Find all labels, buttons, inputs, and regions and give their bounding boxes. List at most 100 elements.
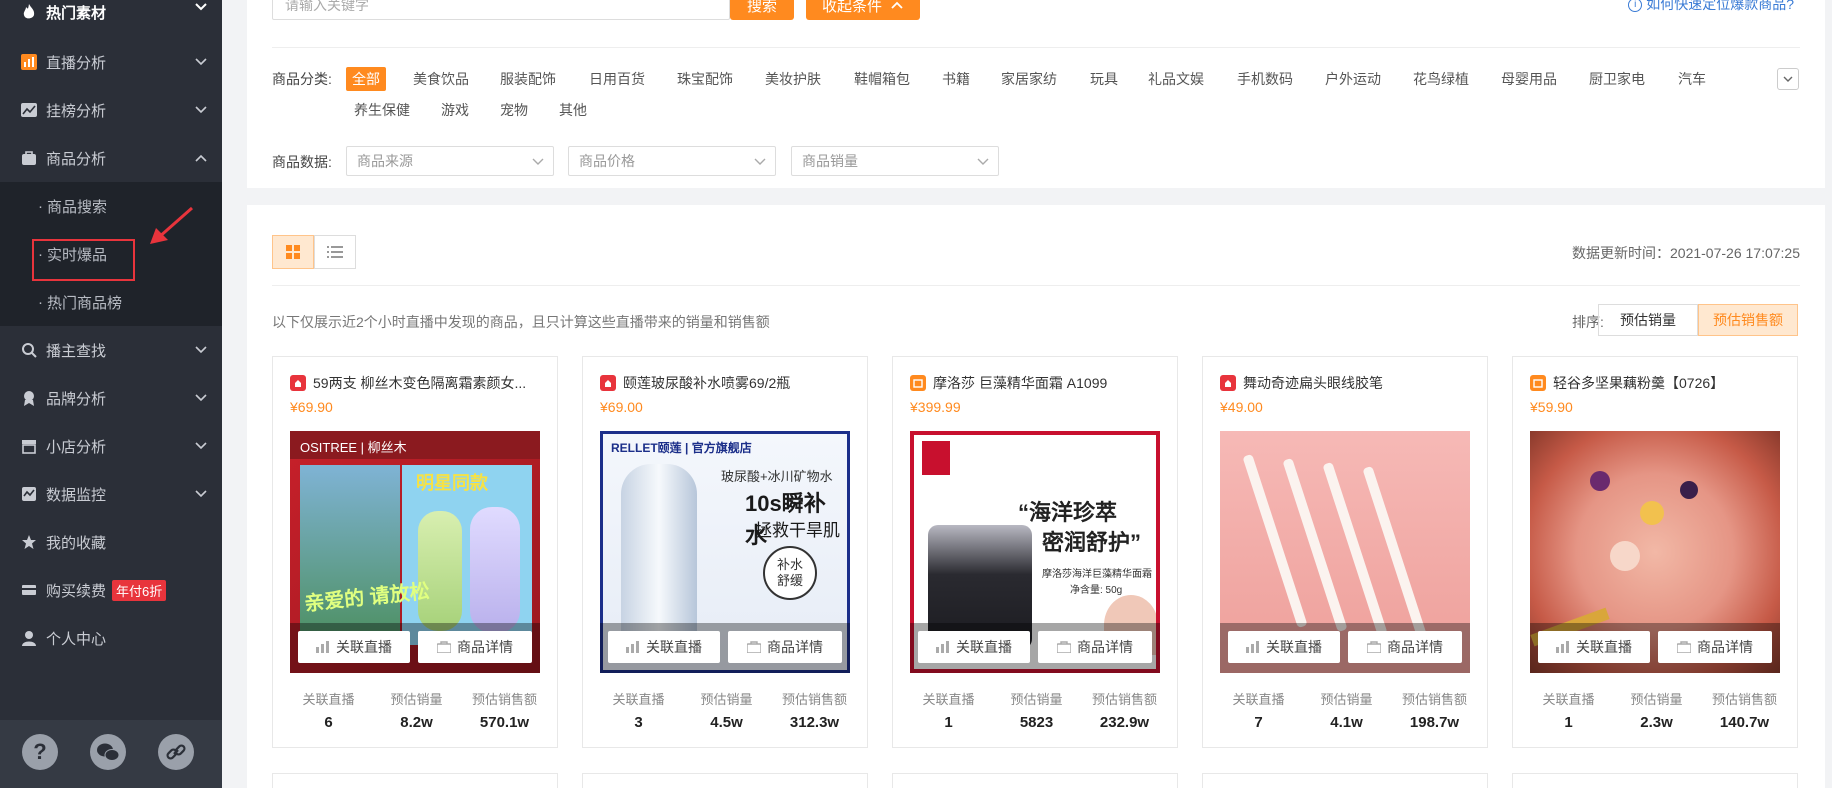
product-detail-button[interactable]: 商品详情 (1658, 631, 1772, 663)
bar-chart-icon (936, 641, 949, 653)
store-icon (1530, 375, 1546, 391)
stat-revenue-value: 312.3w (789, 714, 840, 731)
sort-by-sales-button[interactable]: 预估销量 (1598, 304, 1698, 336)
category-item[interactable]: 家居家纺 (1001, 69, 1057, 89)
category-item[interactable]: 厨卫家电 (1589, 69, 1645, 89)
related-live-button[interactable]: 关联直播 (298, 631, 410, 663)
sidebar-item-shop-analysis[interactable]: 小店分析 (0, 422, 222, 470)
help-icon[interactable]: ? (22, 734, 58, 770)
grid-view-button[interactable] (272, 235, 314, 269)
link-icon[interactable] (158, 734, 194, 770)
sub-item-product-search[interactable]: · 商品搜索 (38, 182, 107, 230)
product-card[interactable] (272, 773, 558, 788)
help-link[interactable]: i 如何快速定位爆款商品? (1628, 0, 1794, 14)
sidebar-item-product-analysis[interactable]: 商品分析 (0, 134, 222, 182)
sidebar-item-data-monitor[interactable]: 数据监控 (0, 470, 222, 518)
sidebar-item-purchase[interactable]: 购买续费 年付6折 (0, 566, 222, 614)
search-icon (20, 341, 38, 359)
sales-select[interactable]: 商品销量 (791, 146, 999, 176)
category-item[interactable]: 汽车 (1678, 69, 1706, 89)
search-button[interactable]: 搜索 (730, 0, 794, 20)
sidebar-item-label: 热门素材 (46, 4, 107, 22)
collapse-conditions-button[interactable]: 收起条件 (806, 0, 920, 20)
sidebar-item-label: 直播分析 (46, 54, 107, 72)
product-card[interactable]: 颐莲玻尿酸补水喷雾69/2瓶 ¥69.00 RELLET颐莲 | 官方旗舰店 玻… (582, 356, 868, 748)
product-card[interactable] (1202, 773, 1488, 788)
sidebar-item-favorites[interactable]: 我的收藏 (0, 518, 222, 566)
results-note: 以下仅展示近2个小时直播中发现的商品，且只计算这些直播带来的销量和销售额 (272, 314, 770, 330)
button-label: 商品详情 (767, 639, 823, 655)
sidebar-item-brand-analysis[interactable]: 品牌分析 (0, 374, 222, 422)
bag-icon (1057, 641, 1071, 653)
source-select[interactable]: 商品来源 (346, 146, 554, 176)
category-item[interactable]: 鞋帽箱包 (854, 69, 910, 89)
product-card[interactable]: 59两支 柳丝木变色隔离霜素颜女... ¥69.90 OSITREE | 柳丝木… (272, 356, 558, 748)
sidebar-item-profile[interactable]: 个人中心 (0, 614, 222, 662)
search-input[interactable]: 请输入关键字 (272, 0, 730, 20)
product-title[interactable]: 轻谷多坚果藕粉羹【0726】 (1530, 373, 1785, 393)
category-item[interactable]: 礼品文娱 (1148, 69, 1204, 89)
product-title-text: 59两支 柳丝木变色隔离霜素颜女... (313, 375, 527, 391)
category-item[interactable]: 花鸟绿植 (1413, 69, 1469, 89)
product-title[interactable]: 摩洛莎 巨藻精华面霜 A1099 (910, 373, 1165, 393)
product-detail-button[interactable]: 商品详情 (1348, 631, 1462, 663)
product-title[interactable]: 59两支 柳丝木变色隔离霜素颜女... (290, 373, 545, 393)
sort-by-revenue-button[interactable]: 预估销售额 (1698, 304, 1798, 336)
image-fruit (1590, 471, 1610, 491)
product-title[interactable]: 颐莲玻尿酸补水喷雾69/2瓶 (600, 373, 855, 393)
product-card[interactable]: 轻谷多坚果藕粉羹【0726】 ¥59.90 关联直播 商品详情 关联直播 1 预估… (1512, 356, 1798, 748)
related-live-button[interactable]: 关联直播 (608, 631, 720, 663)
product-title-text: 颐莲玻尿酸补水喷雾69/2瓶 (623, 375, 791, 391)
category-item[interactable]: 书籍 (942, 69, 970, 89)
product-detail-button[interactable]: 商品详情 (418, 631, 532, 663)
image-caption: 摩洛莎海洋巨藻精华面霜 (1042, 569, 1152, 580)
category-item[interactable]: 母婴用品 (1501, 69, 1557, 89)
price-select[interactable]: 商品价格 (568, 146, 776, 176)
button-label: 关联直播 (1266, 639, 1322, 655)
button-label: 商品详情 (1387, 639, 1443, 655)
expand-categories-button[interactable] (1777, 68, 1799, 90)
sidebar-item-hot-material[interactable]: 热门素材 (0, 0, 222, 36)
sub-item-label: 热门商品榜 (47, 294, 123, 312)
sub-item-hot-product-rank[interactable]: · 热门商品榜 (38, 278, 122, 326)
card-actions-overlay: 关联直播 商品详情 (290, 623, 540, 673)
product-card[interactable] (582, 773, 868, 788)
image-fruit (1640, 501, 1664, 525)
sidebar-item-label: 商品分析 (46, 150, 107, 168)
product-card[interactable] (1512, 773, 1798, 788)
product-card[interactable] (892, 773, 1178, 788)
image-brand-text: OSITREE | 柳丝木 (290, 431, 540, 459)
sidebar-item-live-analysis[interactable]: 直播分析 (0, 38, 222, 86)
category-item[interactable]: 服装配饰 (500, 69, 556, 89)
category-item[interactable]: 养生保健 (354, 100, 410, 120)
product-card[interactable]: 舞动奇迹扁头眼线胶笔 ¥49.00 关联直播 商品详情 关联直播 7 预估销量 4.… (1202, 356, 1488, 748)
user-icon (20, 629, 38, 647)
sidebar-item-rank-analysis[interactable]: 挂榜分析 (0, 86, 222, 134)
category-item[interactable]: 宠物 (500, 100, 528, 120)
product-detail-button[interactable]: 商品详情 (728, 631, 842, 663)
sidebar-item-streamer-search[interactable]: 播主查找 (0, 326, 222, 374)
product-title[interactable]: 舞动奇迹扁头眼线胶笔 (1220, 373, 1475, 393)
stat-revenue-value: 198.7w (1409, 714, 1460, 731)
category-item[interactable]: 户外运动 (1325, 69, 1381, 89)
category-item[interactable]: 美妆护肤 (765, 69, 821, 89)
related-live-button[interactable]: 关联直播 (918, 631, 1030, 663)
product-detail-button[interactable]: 商品详情 (1038, 631, 1152, 663)
product-card[interactable]: 摩洛莎 巨藻精华面霜 A1099 ¥399.99 “海洋珍萃 密润舒护” 摩洛莎… (892, 356, 1178, 748)
related-live-button[interactable]: 关联直播 (1538, 631, 1650, 663)
product-price: ¥49.00 (1220, 399, 1263, 415)
update-time: 数据更新时间：2021-07-26 17:07:25 (1572, 245, 1800, 261)
list-view-button[interactable] (314, 235, 356, 269)
category-all[interactable]: 全部 (346, 67, 386, 91)
category-item[interactable]: 珠宝配饰 (677, 69, 733, 89)
wechat-icon[interactable] (90, 734, 126, 770)
category-item[interactable]: 日用百货 (589, 69, 645, 89)
category-item[interactable]: 其他 (559, 100, 587, 120)
category-item[interactable]: 美食饮品 (413, 69, 469, 89)
category-item[interactable]: 游戏 (441, 100, 469, 120)
image-bottle-green (418, 511, 462, 631)
divider (272, 285, 1800, 286)
category-item[interactable]: 手机数码 (1237, 69, 1293, 89)
related-live-button[interactable]: 关联直播 (1228, 631, 1340, 663)
category-item[interactable]: 玩具 (1090, 69, 1118, 89)
